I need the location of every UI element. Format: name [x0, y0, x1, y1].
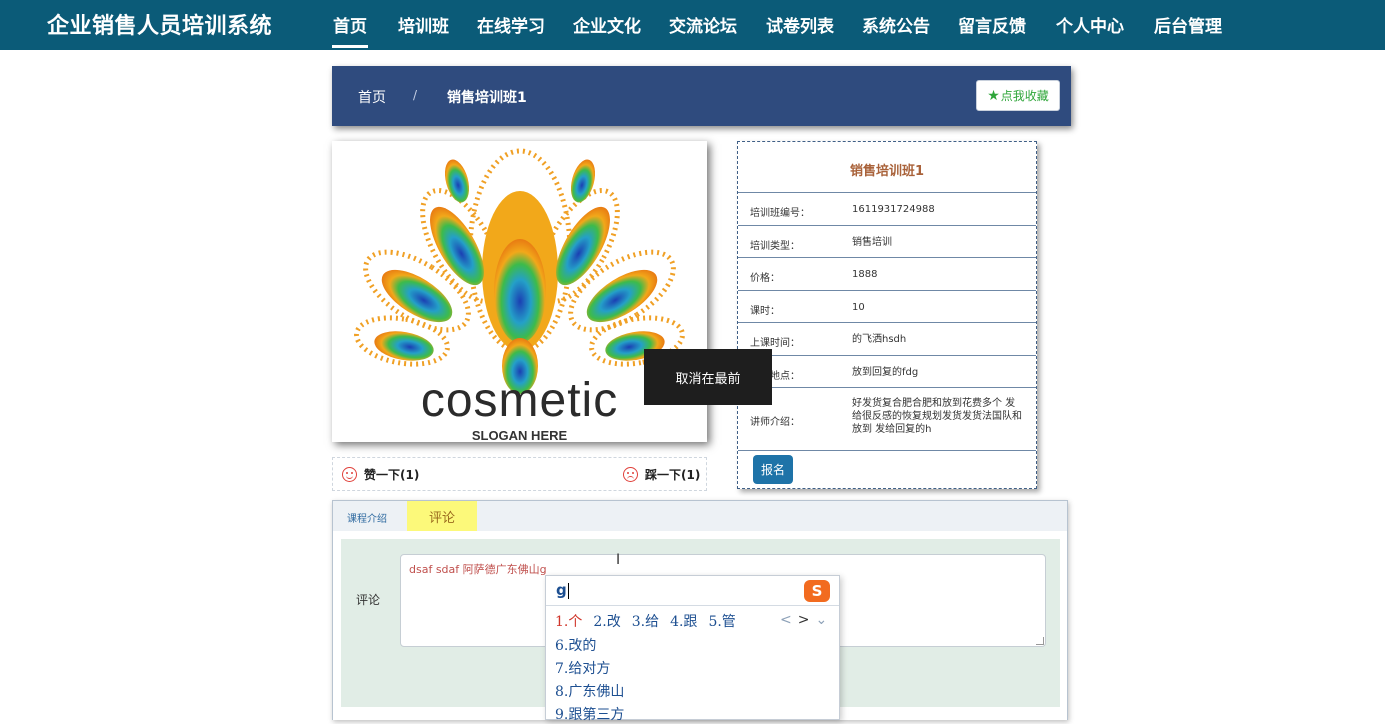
nav-item-profile[interactable]: 个人中心	[1056, 12, 1124, 37]
ime-next-page-icon[interactable]: >	[798, 612, 810, 628]
signup-button[interactable]: 报名	[753, 455, 793, 484]
info-key: 培训班编号：	[750, 208, 810, 219]
ime-candidate-row: 1.个 2.改 3.给 4.跟 5.管	[555, 611, 747, 631]
ime-candidate[interactable]: 3.给	[632, 614, 659, 630]
course-info-panel: 销售培训班1 培训班编号： 1611931724988 培训类型： 销售培训 价…	[737, 141, 1037, 489]
nav-item-exam-list[interactable]: 试卷列表	[766, 12, 834, 37]
info-key: 培训类型：	[750, 241, 800, 252]
resize-handle[interactable]	[1036, 637, 1044, 645]
info-row-hours: 课时： 10	[738, 290, 1036, 322]
ime-candidate[interactable]: 8.广东佛山	[555, 681, 624, 701]
breadcrumb: 首页 / 销售培训班1 ★ 点我收藏	[332, 66, 1071, 126]
ime-page-controls: < > ⌄	[780, 612, 833, 628]
sogou-logo-icon: S	[804, 580, 830, 602]
dislike-count: 踩一下(1)	[645, 468, 701, 482]
nav-item-feedback[interactable]: 留言反馈	[958, 12, 1026, 37]
tooltip: 取消在最前	[644, 349, 772, 405]
info-key: 上课时间：	[750, 338, 800, 349]
logo-slogan: SLOGAN HERE	[471, 428, 568, 442]
info-divider	[738, 450, 1036, 451]
info-value: 放到回复的fdg	[852, 367, 919, 378]
info-key: 价格：	[750, 273, 780, 284]
ime-candidate[interactable]: 9.跟第三方	[555, 704, 624, 724]
ime-caret	[567, 582, 569, 599]
tab-bar: 课程介绍 评论	[333, 501, 1067, 531]
info-value: 好发货复合肥合肥和放到花费多个 发给很反感的恢复规划发货发货法国队和放到 发给回…	[852, 398, 1022, 435]
breadcrumb-current: 销售培训班1	[447, 90, 527, 106]
nav-item-home[interactable]: 首页	[332, 12, 368, 48]
ime-candidate[interactable]: 1.个	[555, 614, 582, 630]
site-title: 企业销售人员培训系统	[47, 14, 273, 39]
nav-item-admin[interactable]: 后台管理	[1154, 12, 1222, 37]
like-button[interactable]: 赞一下(1)	[342, 466, 419, 483]
nav-item-announcements[interactable]: 系统公告	[862, 12, 930, 37]
comment-text: dsaf sdaf 阿萨德广东佛山g	[409, 563, 547, 576]
nav-item-corporate-culture[interactable]: 企业文化	[573, 12, 641, 37]
ime-candidate[interactable]: 2.改	[593, 614, 620, 630]
info-row-price: 价格： 1888	[738, 257, 1036, 290]
ime-divider	[546, 605, 839, 606]
dislike-button[interactable]: 踩一下(1)	[623, 466, 700, 483]
info-value: 1888	[852, 269, 878, 280]
top-nav: 企业销售人员培训系统 首页 培训班 在线学习 企业文化 交流论坛 试卷列表 系统…	[0, 0, 1385, 50]
nav-item-online-learning[interactable]: 在线学习	[477, 12, 545, 37]
info-row-type: 培训类型： 销售培训	[738, 225, 1036, 257]
breadcrumb-home-link[interactable]: 首页	[358, 87, 386, 107]
info-row-instructor: 讲师介绍： 好发货复合肥合肥和放到花费多个 发给很反感的恢复规划发货发货法国队和…	[738, 387, 1036, 450]
favorite-label: 点我收藏	[1000, 89, 1049, 103]
ime-candidate[interactable]: 6.改的	[555, 635, 596, 655]
star-icon: ★	[987, 87, 1000, 104]
ime-input-text: g	[556, 581, 567, 599]
ime-candidate-window: g S 1.个 2.改 3.给 4.跟 5.管 < > ⌄ 6.改的 7.给对方 8.广东佛…	[545, 575, 840, 723]
info-value: 10	[852, 302, 865, 313]
info-value: 的飞洒hsdh	[852, 334, 907, 345]
frown-icon	[623, 467, 638, 482]
info-row-class-id: 培训班编号： 1611931724988	[738, 192, 1036, 225]
info-value: 销售培训	[852, 237, 892, 248]
vote-bar: 赞一下(1) 踩一下(1)	[332, 457, 707, 491]
smile-icon	[342, 467, 357, 482]
info-row-location: 上课地点： 放到回复的fdg	[738, 355, 1036, 387]
course-title: 销售培训班1	[849, 164, 925, 179]
info-row-time: 上课时间： 的飞洒hsdh	[738, 322, 1036, 355]
ime-prev-page-icon[interactable]: <	[780, 612, 792, 628]
tab-course-intro[interactable]: 课程介绍	[347, 510, 387, 525]
nav-item-training-classes[interactable]: 培训班	[398, 12, 449, 37]
like-count: 赞一下(1)	[364, 468, 420, 482]
ime-expand-icon[interactable]: ⌄	[815, 612, 827, 628]
comment-label: 评论	[356, 593, 381, 607]
tab-comments[interactable]: 评论	[407, 501, 477, 531]
info-key: 讲师介绍：	[750, 417, 800, 428]
info-key: 课时：	[750, 306, 780, 317]
ime-candidate[interactable]: 7.给对方	[555, 658, 610, 678]
nav-item-forum[interactable]: 交流论坛	[669, 12, 737, 37]
info-value: 1611931724988	[852, 204, 935, 215]
ime-candidate[interactable]: 5.管	[708, 614, 735, 630]
text-cursor-icon: I	[616, 552, 621, 568]
ime-composition: g	[556, 581, 569, 599]
favorite-button[interactable]: ★ 点我收藏	[976, 80, 1060, 111]
breadcrumb-separator: /	[413, 88, 418, 102]
ime-candidate[interactable]: 4.跟	[670, 614, 697, 630]
